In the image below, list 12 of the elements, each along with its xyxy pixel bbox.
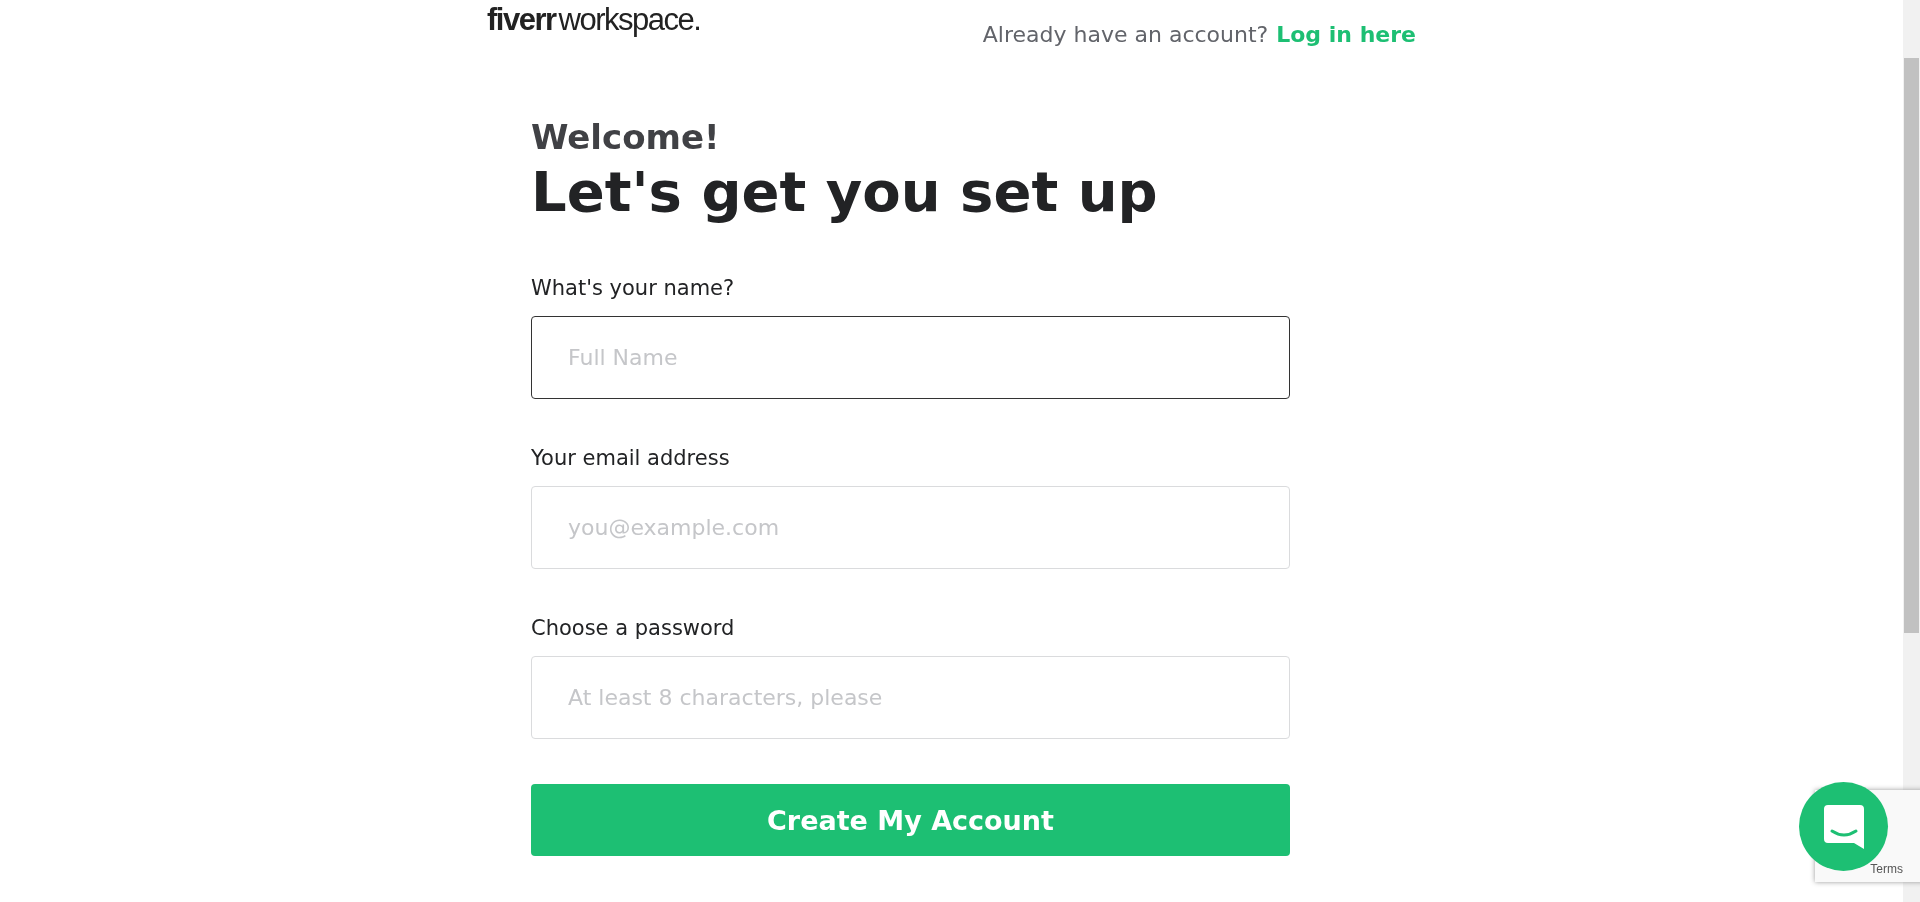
page-title: Let's get you set up xyxy=(531,159,1159,224)
greeting: Welcome! xyxy=(531,117,721,157)
field-label: Choose a password xyxy=(531,616,736,640)
login-link[interactable]: Log in here xyxy=(1276,22,1416,47)
logo: fiverrworkspace. xyxy=(487,4,701,35)
chat-icon xyxy=(1821,802,1866,851)
field-label: Your email address xyxy=(531,446,731,470)
create-account-button[interactable]: Create My Account xyxy=(531,784,1290,856)
terms-link[interactable]: Terms xyxy=(1870,862,1903,876)
input-field[interactable]: Full Name xyxy=(531,316,1290,399)
field-label: What's your name? xyxy=(531,276,736,300)
login-prompt: Already have an account? xyxy=(982,22,1269,47)
